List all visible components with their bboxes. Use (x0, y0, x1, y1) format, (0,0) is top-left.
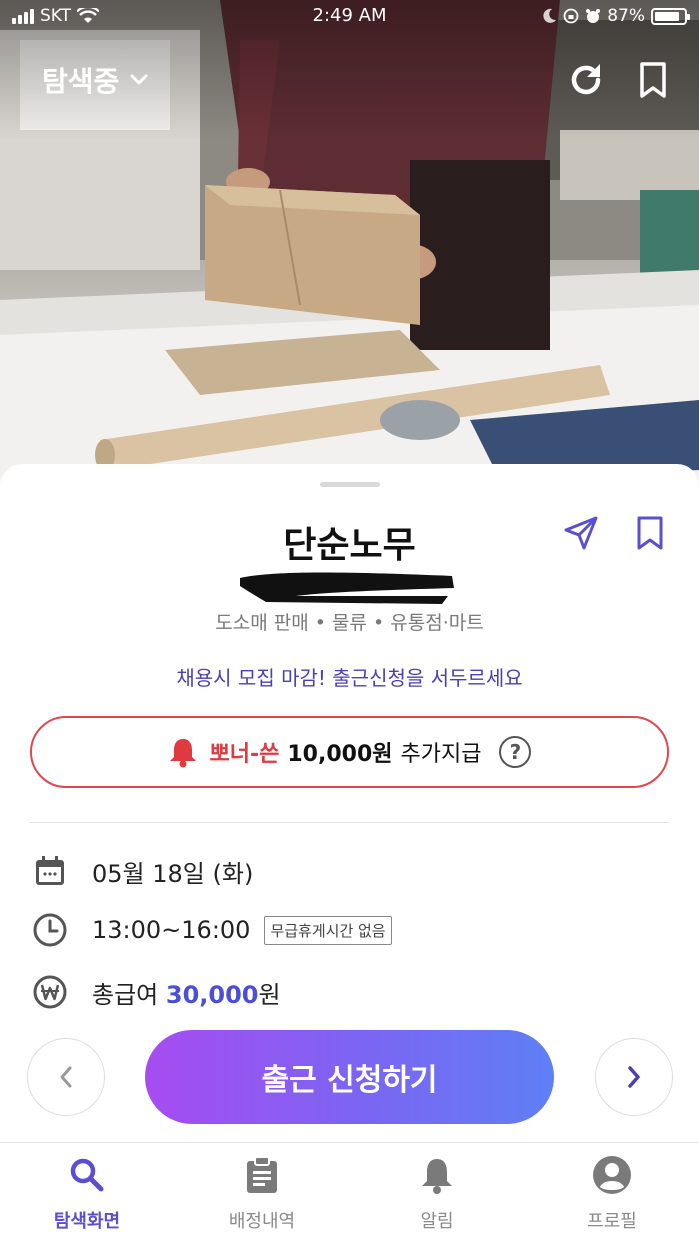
share-icon[interactable] (562, 514, 600, 552)
pay-amount: 30,000 (165, 980, 259, 1009)
work-date: 05월 18일 (화) (92, 859, 254, 888)
battery-fill (655, 11, 680, 21)
bonus-suffix: 추가지급 (400, 742, 482, 767)
search-icon (67, 1155, 107, 1195)
urgent-notice: 채용시 모집 마감! 출근신청을 서두르세요 (176, 666, 523, 690)
pay-row: 총급여 30,000원 (30, 972, 281, 1012)
bottom-tab-bar: 탐색화면 배정내역 알림 프로필 (0, 1142, 699, 1243)
tab-explore-label: 탐색화면 (53, 1211, 121, 1232)
tab-assignments[interactable]: 배정내역 (202, 1155, 322, 1233)
divider (30, 822, 669, 823)
tab-explore[interactable]: 탐색화면 (27, 1155, 147, 1233)
bonus-text: 뽀너-쓴 10,000원 추가지급 (210, 736, 482, 768)
time-row: 13:00~16:00 무급휴게시간 없음 (30, 910, 392, 950)
bonus-banner: 뽀너-쓴 10,000원 추가지급 ? (30, 716, 669, 788)
chevron-left-icon (60, 1066, 72, 1088)
pay-unit: 원 (258, 980, 281, 1009)
bell-alert-icon (169, 739, 196, 768)
explore-filter-dropdown[interactable]: 탐색중 (42, 60, 149, 100)
clock-icon (30, 910, 70, 950)
won-icon (30, 972, 70, 1012)
bonus-help-button[interactable]: ? (499, 736, 532, 768)
apply-button[interactable]: 출근 신청하기 (145, 1030, 554, 1124)
tab-assignments-label: 배정내역 (228, 1211, 296, 1232)
battery-icon (651, 7, 690, 25)
sheet-grab-handle[interactable] (320, 482, 380, 487)
work-time: 13:00~16:00 (92, 916, 251, 944)
pay-label: 총급여 (92, 980, 159, 1009)
profile-icon (592, 1155, 632, 1195)
explore-filter-label: 탐색중 (42, 65, 120, 98)
moon-icon (543, 8, 557, 23)
job-detail-sheet: 단순노무 도소매 판매 • 물류 • 유통점·마트 채용시 모집 마감! 출근신… (0, 464, 699, 1243)
pay-text: 총급여 30,000원 (92, 975, 281, 1010)
tab-profile-label: 프로필 (587, 1211, 637, 1232)
bell-icon (417, 1155, 457, 1195)
bookmark-icon[interactable] (636, 60, 670, 100)
alarm-icon (586, 9, 601, 23)
battery-percent: 87% (607, 6, 645, 26)
previous-job-button[interactable] (27, 1038, 105, 1116)
bonus-amount: 10,000원 (287, 742, 393, 767)
rotation-lock-icon (563, 8, 579, 24)
break-time-badge: 무급휴게시간 없음 (264, 915, 392, 945)
status-right: 87% (543, 6, 690, 26)
tab-notifications-label: 알림 (420, 1211, 454, 1232)
hero-image: SKT 2:49 AM 87% 탐색중 (0, 0, 699, 500)
status-bar: SKT 2:49 AM 87% (0, 0, 699, 32)
calendar-icon (30, 851, 70, 891)
chevron-right-icon (628, 1066, 640, 1088)
bookmark-save-icon[interactable] (634, 514, 666, 552)
refresh-icon[interactable] (566, 60, 606, 100)
tab-notifications[interactable]: 알림 (377, 1155, 497, 1233)
top-nav: 탐색중 (0, 52, 699, 108)
company-name-redacted (240, 572, 454, 604)
date-row: 05월 18일 (화) (30, 851, 253, 891)
tab-profile[interactable]: 프로필 (552, 1155, 672, 1233)
chevron-down-icon (130, 74, 148, 85)
job-category: 도소매 판매 • 물류 • 유통점·마트 (215, 612, 484, 634)
clipboard-icon (242, 1155, 282, 1195)
bonus-name: 뽀너-쓴 (209, 742, 280, 767)
next-job-button[interactable] (595, 1038, 673, 1116)
